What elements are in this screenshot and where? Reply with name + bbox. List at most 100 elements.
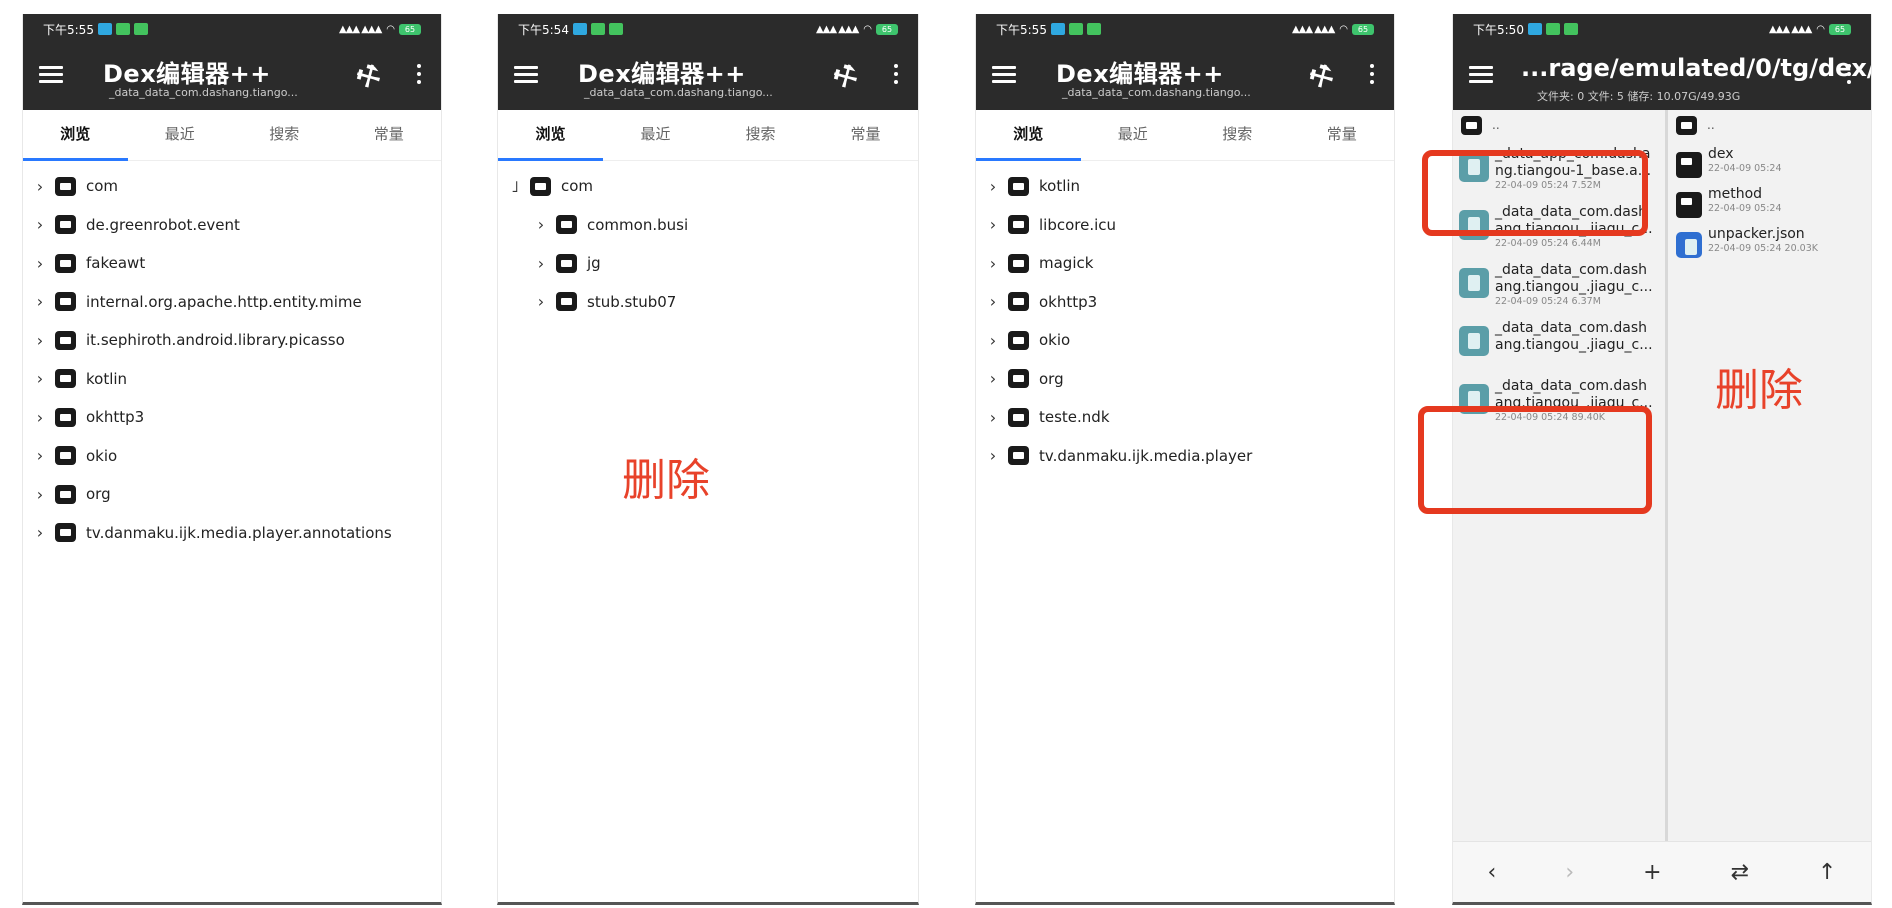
tab-search[interactable]: 搜索 (1185, 110, 1290, 160)
tree-row[interactable]: › common.busi (508, 206, 918, 245)
hammer-icon[interactable]: ⚒ (1302, 56, 1340, 97)
file-icon (1459, 326, 1489, 356)
tree-row[interactable]: › stub.stub07 (508, 283, 918, 322)
chevron-right-icon: › (989, 253, 997, 273)
file-name: ang.tiangou_.jiagu_c... (1495, 279, 1653, 295)
tree-row[interactable]: › de.greenrobot.event (33, 206, 441, 245)
status-bar: 下午5:54 ▲▲▲ ▲▲▲ ◠ 65 (498, 14, 918, 44)
tab-recent[interactable]: 最近 (603, 110, 708, 160)
parent-dir-row[interactable]: .. (1674, 110, 1871, 140)
chevron-right-icon: › (36, 369, 44, 389)
tree-label: com (561, 177, 594, 196)
notification-icon (1527, 23, 1542, 35)
tree-row[interactable]: › okio (33, 437, 441, 476)
hammer-icon[interactable]: ⚒ (349, 56, 387, 97)
tree-row[interactable]: › kotlin (986, 167, 1394, 206)
chevron-right-icon: › (989, 215, 997, 235)
notification-icon (572, 23, 587, 35)
tree-row[interactable]: › kotlin (33, 360, 441, 399)
forward-icon[interactable]: › (1565, 860, 1574, 885)
file-name: _data_data_com.dash (1495, 262, 1648, 278)
highlight-box (1418, 406, 1652, 514)
tree-label: okio (86, 446, 118, 465)
tab-constants[interactable]: 常量 (813, 110, 918, 160)
tree-row[interactable]: › libcore.icu (986, 206, 1394, 245)
tab-browse[interactable]: 浏览 (976, 110, 1081, 161)
tree-row[interactable]: › it.sephiroth.android.library.picasso (33, 321, 441, 360)
hammer-icon[interactable]: ⚒ (826, 56, 864, 97)
tree-row[interactable]: › okhttp3 (33, 398, 441, 437)
file-item[interactable]: _data_data_com.dash ang.tiangou_.jiagu_c.… (1457, 256, 1665, 314)
app-title: Dex编辑器++ (103, 60, 271, 88)
file-item[interactable]: _data_data_com.dash ang.tiangou_.jiagu_c.… (1457, 314, 1665, 372)
tree-row[interactable]: › org (33, 475, 441, 514)
tab-constants[interactable]: 常量 (1290, 110, 1395, 160)
chevron-right-icon: › (36, 292, 44, 312)
notification-icon (1068, 23, 1083, 35)
folder-icon (55, 407, 76, 427)
tab-browse[interactable]: 浏览 (498, 110, 603, 161)
tree-row[interactable]: › okio (986, 321, 1394, 360)
folder-meta: 22-04-09 05:24 (1708, 163, 1782, 174)
tab-recent[interactable]: 最近 (1081, 110, 1186, 160)
tab-browse[interactable]: 浏览 (23, 110, 128, 161)
file-name: unpacker.json (1708, 226, 1805, 242)
tab-search[interactable]: 搜索 (708, 110, 813, 160)
folder-item[interactable]: dex 22-04-09 05:24 (1674, 140, 1871, 180)
screen-1: 下午5:55 ▲▲▲ ▲▲▲ ◠ 65 Dex编辑器++ _data_data_… (22, 14, 442, 905)
tree-row[interactable]: › tv.danmaku.ijk.media.player.annotations (33, 514, 441, 553)
add-icon[interactable]: + (1643, 860, 1661, 885)
app-title: Dex编辑器++ (1056, 60, 1224, 88)
tree-row[interactable]: › internal.org.apache.http.entity.mime (33, 283, 441, 322)
tree-label: internal.org.apache.http.entity.mime (86, 292, 362, 311)
swap-icon[interactable]: ⇄ (1731, 860, 1749, 885)
tree-label: teste.ndk (1039, 408, 1110, 427)
more-options-icon[interactable] (1847, 64, 1853, 88)
tree-label: tv.danmaku.ijk.media.player (1039, 446, 1253, 465)
more-options-icon[interactable] (894, 64, 900, 88)
parent-dir-label: .. (1492, 118, 1500, 132)
tree-row[interactable]: › tv.danmaku.ijk.media.player (986, 437, 1394, 476)
tab-bar: 浏览 最近 搜索 常量 (23, 110, 441, 161)
tree-row[interactable]: › okhttp3 (986, 283, 1394, 322)
folder-item[interactable]: method 22-04-09 05:24 (1674, 180, 1871, 220)
file-name: _data_data_com.dash (1495, 320, 1648, 336)
tree-row[interactable]: › fakeawt (33, 244, 441, 283)
clock: 下午5:50 (1473, 22, 1524, 37)
tree-row[interactable]: › com (33, 167, 441, 206)
chevron-right-icon: › (36, 253, 44, 273)
back-icon[interactable]: ‹ (1488, 860, 1497, 885)
more-options-icon[interactable] (1370, 64, 1376, 88)
file-name: ang.tiangou_.jiagu_c... (1495, 337, 1653, 353)
package-tree: › com › de.greenrobot.event › fakeawt › inte… (23, 161, 441, 552)
up-icon[interactable]: ↑ (1818, 860, 1836, 885)
tree-row[interactable]: › org (986, 360, 1394, 399)
status-bar: 下午5:55 ▲▲▲ ▲▲▲ ◠ 65 (23, 14, 441, 44)
tab-recent[interactable]: 最近 (128, 110, 233, 160)
signal-icon: ▲▲▲ ▲▲▲ (1768, 23, 1812, 35)
tree-label: tv.danmaku.ijk.media.player.annotations (86, 523, 392, 542)
menu-icon[interactable] (992, 66, 1016, 84)
clock: 下午5:55 (43, 22, 94, 37)
tree-label: okhttp3 (86, 408, 145, 427)
app-bar: Dex编辑器++ _data_data_com.dashang.tiango..… (498, 44, 918, 110)
menu-icon[interactable] (514, 66, 538, 84)
folder-icon (530, 176, 551, 196)
tree-row[interactable]: › magick (986, 244, 1394, 283)
tree-row[interactable]: › teste.ndk (986, 398, 1394, 437)
menu-icon[interactable] (39, 66, 63, 84)
more-options-icon[interactable] (417, 64, 423, 88)
file-item[interactable]: unpacker.json 22-04-09 05:24 20.03K (1674, 220, 1871, 260)
tree-row[interactable]: › jg (508, 244, 918, 283)
signal-icon: ▲▲▲ ▲▲▲ (338, 23, 382, 35)
menu-icon[interactable] (1469, 66, 1493, 84)
tree-row[interactable]: ˩ com (508, 167, 918, 206)
tab-search[interactable]: 搜索 (232, 110, 337, 160)
tab-constants[interactable]: 常量 (337, 110, 442, 160)
chevron-right-icon: › (989, 407, 997, 427)
parent-dir-row[interactable]: .. (1457, 110, 1665, 140)
screen-2: 下午5:54 ▲▲▲ ▲▲▲ ◠ 65 Dex编辑器++ _data_data_… (497, 14, 919, 905)
folder-icon (1008, 407, 1029, 427)
file-icon (1459, 268, 1489, 298)
notification-icon (1545, 23, 1560, 35)
